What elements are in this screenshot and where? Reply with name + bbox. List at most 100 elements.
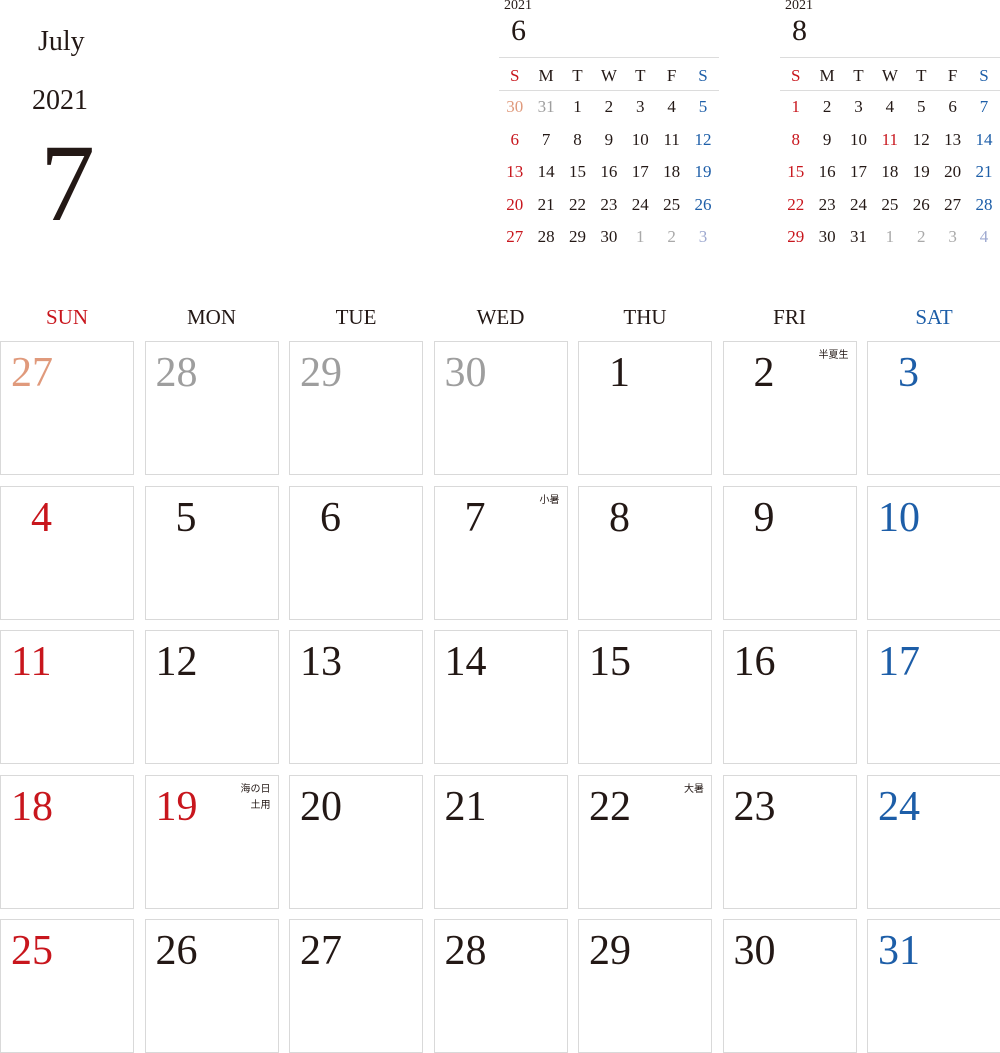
day-cell[interactable]: 16 [722,630,857,764]
day-number: 30 [733,928,776,974]
mini-day: 22 [787,194,805,214]
day-cell[interactable]: 6 [289,485,423,620]
day-cell[interactable]: 9 [722,485,857,620]
mini-day: 11 [881,129,899,149]
day-cell[interactable]: 8 [578,485,712,620]
day-cell[interactable]: 13 [289,630,423,764]
day-number: 26 [155,928,198,974]
day-cell[interactable]: 31 [867,919,1000,1053]
mini-day: 12 [694,129,712,149]
day-cell[interactable]: 29 [578,919,712,1053]
mini-day: 31 [849,227,867,247]
mini-day: 1 [573,97,582,117]
day-cell[interactable]: 4 [0,485,134,620]
mini-day: 13 [506,162,524,182]
day-cell[interactable]: 30 [722,919,857,1053]
day-number: 9 [753,494,775,541]
day-number: 21 [444,783,487,830]
mini-day: 3 [854,97,863,117]
day-cell[interactable]: 24 [867,774,1000,909]
mini-day: 27 [506,227,524,247]
holiday-note: 半夏生 [818,350,849,361]
mini-weekday-label: W [600,65,617,85]
mini-day: 5 [698,97,708,117]
day-cell[interactable]: 28 [144,341,279,475]
day-number: 25 [11,928,53,974]
day-cell[interactable]: 27 [289,919,423,1053]
mini-week-row: 22 23 24 25 26 27 28 [780,189,1000,222]
day-cell[interactable]: 25 [0,919,134,1053]
weekday-header-sun: SUN [45,305,88,329]
mini-day: 3 [698,227,708,247]
mini-day: 3 [636,97,645,117]
mini-day: 1 [885,227,895,247]
mini-day: 26 [912,194,930,214]
month-number: 7 [40,122,95,244]
mini-weekday-label: S [790,65,801,85]
day-cell[interactable]: 23 [722,774,857,909]
mini-day: 25 [663,194,681,214]
day-number: 17 [878,639,920,685]
day-cell[interactable]: 17 [867,630,1000,764]
mini-day: 23 [600,194,618,214]
day-cell[interactable]: 27 [0,341,134,475]
mini-day: 29 [787,227,805,247]
day-number: 23 [733,783,776,830]
day-cell[interactable]: 19 海の日 土用 [144,774,279,909]
day-number: 31 [878,928,920,974]
mini-week-row: 6 7 8 9 10 11 12 [499,124,719,157]
day-cell[interactable]: 1 [578,341,712,475]
mini-day: 8 [791,129,800,149]
mini-calendar-grid: S M T W T F S 1 2 3 4 5 6 7 8 9 10 11 12 13 14 15 16 17 18 19 20 21… [780,62,1000,254]
weekday-header-mon: MON [186,305,236,329]
mini-weekday-label: W [881,65,898,85]
mini-weekday-row: SMTWTFS [499,62,719,89]
day-cell[interactable]: 30 [433,341,568,475]
mini-day: 7 [979,97,989,117]
mini-day: 15 [568,162,586,182]
day-cell[interactable]: 12 [144,630,279,764]
year-label: 2021 [32,85,88,116]
mini-day: 6 [510,129,519,149]
day-cell[interactable]: 28 [433,919,568,1053]
day-number: 27 [11,350,53,396]
mini-week-row: 27 28 29 30 1 2 3 [499,221,719,254]
day-cell[interactable]: 15 [578,630,712,764]
mini-day: 2 [604,97,614,117]
day-cell[interactable]: 5 [144,485,279,620]
day-cell[interactable]: 10 [867,485,1000,620]
mini-day: 28 [537,227,555,247]
mini-week-row: 29 30 31 1 2 3 4 [780,221,1000,254]
mini-week-row: 1 2 3 4 5 6 7 [780,91,1000,124]
mini-weekday-label: F [947,65,958,85]
day-cell[interactable]: 3 [867,341,1000,475]
day-number: 22 [589,783,631,830]
day-cell[interactable]: 11 [0,630,134,764]
mini-day: 17 [849,162,867,182]
mini-weekday-label: S [979,65,989,85]
day-number: 20 [300,783,342,830]
day-cell[interactable]: 20 [289,774,423,909]
mini-day: 20 [506,194,524,214]
day-cell[interactable]: 21 [433,774,568,909]
mini-day: 1 [791,97,800,117]
mini-weekday-row: SMTWTFS [780,62,1000,89]
day-cell[interactable]: 29 [289,341,423,475]
day-cell[interactable]: 18 [0,774,134,909]
day-cell[interactable]: 22 大暑 [578,774,712,909]
weekday-header-row: SUN MON TUE WED THU FRI SAT [0,305,1000,333]
mini-day: 18 [881,162,899,182]
day-number: 27 [300,928,342,974]
day-number: 13 [300,639,342,685]
day-cell[interactable]: 7 小暑 [433,485,568,620]
day-cell[interactable]: 26 [144,919,279,1053]
day-cell[interactable]: 14 [433,630,568,764]
mini-day: 24 [631,194,649,214]
day-cell[interactable]: 2 半夏生 [722,341,857,475]
mini-day: 24 [849,194,867,214]
mini-day: 30 [506,97,524,117]
mini-day: 12 [912,129,930,149]
mini-day: 2 [822,97,832,117]
mini-day: 23 [818,194,836,214]
mini-day: 6 [948,97,957,117]
